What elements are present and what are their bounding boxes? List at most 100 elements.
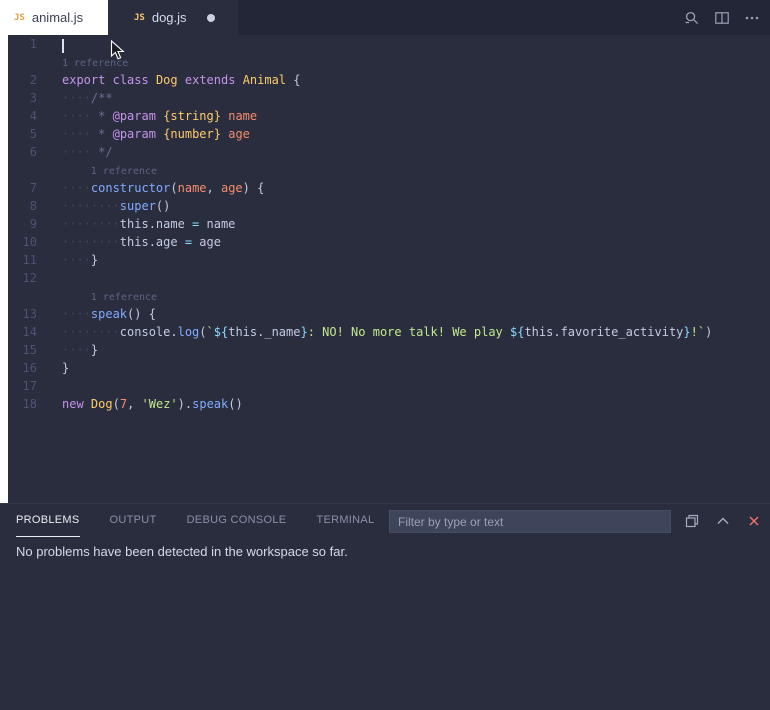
code-token: } xyxy=(683,325,690,339)
code-token: new xyxy=(62,397,84,411)
code-token: Animal xyxy=(243,73,286,87)
line-number: 2 xyxy=(8,71,37,89)
code-line[interactable]: 16} xyxy=(8,359,770,377)
code-line[interactable]: 2export class Dog extends Animal { xyxy=(8,71,770,89)
panel-action-icons xyxy=(684,504,762,537)
code-token xyxy=(149,73,156,87)
code-token: ···· xyxy=(62,343,91,357)
code-line[interactable]: 10 ········this.age = age xyxy=(8,233,770,251)
code-token: ···· xyxy=(62,253,91,267)
code-token: this.age xyxy=(120,235,185,249)
line-number: 15 xyxy=(8,341,37,359)
code-token: ( xyxy=(170,181,177,195)
code-line[interactable]: 14········console.log(`${this._name}: NO… xyxy=(8,323,770,341)
code-token: age xyxy=(192,235,221,249)
code-line[interactable]: 17 xyxy=(8,377,770,395)
panel-tab-problems[interactable]: PROBLEMS xyxy=(16,504,80,537)
code-line[interactable]: 3 ····/** xyxy=(8,89,770,107)
panel-header: PROBLEMS OUTPUT DEBUG CONSOLE TERMINAL xyxy=(0,504,770,537)
code-token: name xyxy=(228,109,257,123)
vscode-window: JS animal.js JS dog.js 11 reference2expo… xyxy=(0,0,770,710)
code-token: = xyxy=(185,235,192,249)
codelens-row[interactable]: 1 reference xyxy=(8,287,770,305)
line-number xyxy=(8,161,37,179)
line-number: 4 xyxy=(8,107,37,125)
more-actions-icon[interactable] xyxy=(744,10,760,26)
split-editor-icon[interactable] xyxy=(714,10,730,26)
code-token: speak xyxy=(192,397,228,411)
code-token: ${ xyxy=(214,325,228,339)
code-token: this.favorite_activity xyxy=(524,325,683,339)
codelens-row[interactable]: 1 reference xyxy=(8,161,770,179)
code-line[interactable]: 11 ····} xyxy=(8,251,770,269)
problems-filter-input[interactable] xyxy=(389,510,671,533)
code-line[interactable]: 13····speak() { xyxy=(8,305,770,323)
line-number: 5 xyxy=(8,125,37,143)
maximize-panel-icon[interactable] xyxy=(715,513,731,529)
line-number: 7 xyxy=(8,179,37,197)
code-token: Dog xyxy=(156,73,178,87)
code-line[interactable]: 9········this.name = name xyxy=(8,215,770,233)
panel-tab-terminal[interactable]: TERMINAL xyxy=(316,504,374,537)
code-token: @param xyxy=(113,109,156,123)
code-token: ········ xyxy=(62,199,120,213)
panel-tab-debug-console[interactable]: DEBUG CONSOLE xyxy=(187,504,287,537)
code-line[interactable]: 12 xyxy=(8,269,770,287)
code-token: ········ xyxy=(62,325,120,339)
code-token: ···· xyxy=(62,91,91,105)
code-token: speak xyxy=(91,307,127,321)
code-line[interactable]: 15 ····} xyxy=(8,341,770,359)
code-token: ···· xyxy=(62,181,91,195)
code-token: {number} xyxy=(163,127,221,141)
code-token: } xyxy=(91,343,98,357)
codelens-row[interactable]: 1 reference xyxy=(8,53,770,71)
code-token: console xyxy=(120,325,171,339)
close-panel-icon[interactable] xyxy=(746,513,762,529)
js-file-icon: JS xyxy=(14,13,25,23)
code-token: () { xyxy=(127,307,156,321)
code-token: extends xyxy=(185,73,236,87)
code-token: ) { xyxy=(243,181,265,195)
line-number: 12 xyxy=(8,269,37,287)
line-number: 16 xyxy=(8,359,37,377)
code-line[interactable]: 1 xyxy=(8,35,770,53)
code-editor[interactable]: 11 reference2export class Dog extends An… xyxy=(8,35,770,503)
code-line[interactable]: 5···· * @param {number} age xyxy=(8,125,770,143)
code-token: 'Wez' xyxy=(142,397,178,411)
unsaved-changes-dot[interactable] xyxy=(207,14,215,22)
line-number: 10 xyxy=(8,233,37,251)
code-token: age xyxy=(221,181,243,195)
code-token: constructor xyxy=(91,181,170,195)
bottom-panel: PROBLEMSOUTPUTDEBUG CONSOLETERMINAL No p… xyxy=(0,503,770,710)
code-token: ( xyxy=(199,325,206,339)
panel-tab-output[interactable]: OUTPUT xyxy=(110,504,157,537)
code-line[interactable]: 18new Dog(7, 'Wez').speak() xyxy=(8,395,770,413)
code-line[interactable]: 4···· * @param {string} name xyxy=(8,107,770,125)
tab-dog-js[interactable]: JS dog.js xyxy=(108,0,238,35)
code-token: this.name xyxy=(120,217,192,231)
tab-animal-js[interactable]: JS animal.js xyxy=(0,0,108,35)
code-token: class xyxy=(113,73,149,87)
code-token: ········ xyxy=(62,217,120,231)
code-token: } xyxy=(91,253,98,267)
line-number: 3 xyxy=(8,89,37,107)
code-token: /** xyxy=(91,91,113,105)
code-token: ( xyxy=(113,397,120,411)
code-line[interactable]: 8········super() xyxy=(8,197,770,215)
code-token: . xyxy=(170,325,177,339)
code-token: name xyxy=(178,181,207,195)
code-line[interactable]: 7 ····constructor(name, age) { xyxy=(8,179,770,197)
code-token: ········ xyxy=(62,235,120,249)
open-in-editor-icon[interactable] xyxy=(684,513,700,529)
line-number: 6 xyxy=(8,143,37,161)
left-margin xyxy=(0,0,8,503)
code-token: , xyxy=(207,181,221,195)
find-references-icon[interactable] xyxy=(684,10,700,26)
code-token: * xyxy=(91,127,113,141)
line-number xyxy=(8,53,37,71)
line-number: 13 xyxy=(8,305,37,323)
line-number: 11 xyxy=(8,251,37,269)
line-number: 17 xyxy=(8,377,37,395)
code-line[interactable]: 6···· */ xyxy=(8,143,770,161)
tab-label: animal.js xyxy=(32,10,83,25)
